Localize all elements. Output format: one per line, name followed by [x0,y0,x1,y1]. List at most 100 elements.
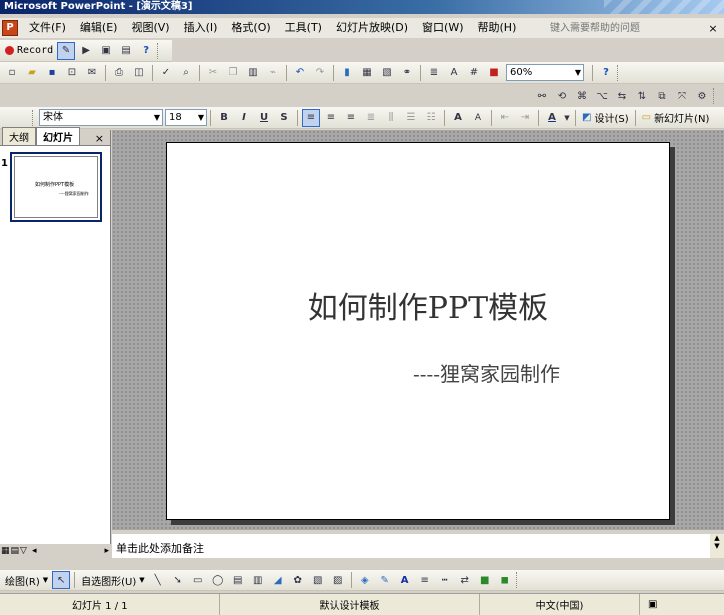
group-icon[interactable]: ⌘ [573,87,591,105]
spelling-status-icon[interactable]: ▣ [640,594,665,615]
line-style-icon[interactable]: ≡ [416,571,434,589]
autoshapes-button[interactable]: 自选图形(U) ▼ [78,571,148,589]
close-pane-icon[interactable]: × [95,132,104,145]
menu-insert[interactable]: 插入(I) [177,18,225,38]
redo-icon[interactable]: ↷ [311,64,329,82]
justify-icon[interactable]: ≣ [362,109,380,127]
toolbar-grip[interactable] [617,64,621,81]
powerpoint-app-icon[interactable]: P [2,20,18,36]
new-icon[interactable]: ▫ [3,64,21,82]
scroll-right-icon[interactable]: ▸ [104,546,109,556]
underline-button[interactable]: U [255,109,273,127]
numbering-icon[interactable]: ☰ [402,109,420,127]
diagram-icon[interactable]: ✿ [289,571,307,589]
pen-icon[interactable]: ✎ [57,41,76,60]
slide-canvas[interactable]: 如何制作PPT模板 ----狸窝家园制作 [166,142,670,520]
shadow-button[interactable]: S [275,109,293,127]
toolbar-grip[interactable] [713,88,717,104]
menu-tools[interactable]: 工具(T) [278,18,329,38]
align-right-icon[interactable]: ≡ [342,109,360,127]
font-color-icon[interactable]: A [396,571,414,589]
rotate-icon[interactable]: ⟲ [553,87,571,105]
nudge-icon[interactable]: ⤧ [673,87,691,105]
grid-icon[interactable]: # [465,64,483,82]
bold-button[interactable]: B [215,109,233,127]
menu-window[interactable]: 窗口(W) [415,18,470,38]
help-icon[interactable]: ? [597,64,615,82]
clipart-icon[interactable]: ▧ [309,571,327,589]
menu-view[interactable]: 视图(V) [124,18,176,38]
dash-style-icon[interactable]: ┅ [436,571,454,589]
menu-edit[interactable]: 编辑(E) [73,18,125,38]
wordart-icon[interactable]: ◢ [269,571,287,589]
research-icon[interactable]: ⌕ [177,64,195,82]
record-button[interactable]: Record [2,42,56,60]
spelling-icon[interactable]: ✓ [157,64,175,82]
distribute-icon[interactable]: ⇅ [633,87,651,105]
color-grayscale-icon[interactable]: ■ [485,64,503,82]
vertical-textbox-icon[interactable]: ▥ [249,571,267,589]
menu-file[interactable]: 文件(F) [22,18,73,38]
line-color-icon[interactable]: ✎ [376,571,394,589]
cut-icon[interactable]: ✂ [204,64,222,82]
decrease-font-icon[interactable]: A [469,109,487,127]
paste-icon[interactable]: ▥ [244,64,262,82]
textbox-icon[interactable]: ▤ [229,571,247,589]
arrow-style-icon[interactable]: ⇄ [456,571,474,589]
3d-style-icon[interactable]: ◼ [496,571,514,589]
slideshow-view-icon[interactable]: ▽ [20,546,27,556]
picture-icon[interactable]: ▨ [329,571,347,589]
italic-button[interactable]: I [235,109,253,127]
font-select[interactable]: 宋体 ▼ [39,109,163,126]
menu-format[interactable]: 格式(O) [224,18,277,38]
insert-chart-icon[interactable]: ▮ [338,64,356,82]
menu-slideshow[interactable]: 幻灯片放映(D) [329,18,415,38]
font-color-icon[interactable]: A [543,109,561,127]
show-formatting-icon[interactable]: A [445,64,463,82]
permission-icon[interactable]: ⊡ [63,64,81,82]
toolbar-grip[interactable] [515,572,520,588]
macro-icon[interactable]: ▣ [97,42,115,60]
insert-table-icon[interactable]: ▦ [358,64,376,82]
bullets-icon[interactable]: ☷ [422,109,440,127]
connector-icon[interactable]: ⚯ [533,87,551,105]
design-button[interactable]: ◩ 设计(S) [579,109,632,127]
fill-color-icon[interactable]: ◈ [356,571,374,589]
save-icon[interactable]: ▪ [43,64,61,82]
notes-scrollbar[interactable]: ▲ ▼ [710,534,724,558]
slide-thumbnail[interactable]: 如何制作PPT模板 ----狸窝家园制作 [10,152,102,222]
toolbar-grip[interactable] [32,109,36,126]
chevron-down-icon[interactable]: ▼ [563,109,571,127]
expand-all-icon[interactable]: ≣ [425,64,443,82]
copy-icon[interactable]: ❐ [224,64,242,82]
menu-help[interactable]: 帮助(H) [471,18,524,38]
tab-outline[interactable]: 大纲 [2,127,36,145]
align-left-icon[interactable]: ≡ [302,108,320,127]
email-icon[interactable]: ✉ [83,64,101,82]
rectangle-icon[interactable]: ▭ [189,571,207,589]
ungroup-icon[interactable]: ⌥ [593,87,611,105]
sorter-view-icon[interactable]: ▤ [11,546,20,556]
align-icon[interactable]: ⇆ [613,87,631,105]
notes-pane[interactable]: 单击此处添加备注 ▲ ▼ [112,531,724,558]
decrease-indent-icon[interactable]: ⇤ [496,109,514,127]
line-icon[interactable]: ╲ [149,571,167,589]
help-icon[interactable]: ? [137,42,155,60]
tab-slides[interactable]: 幻灯片 [36,127,80,145]
slide-subtitle[interactable]: ----狸窝家园制作 [413,358,560,387]
settings-icon[interactable]: ⚙ [693,87,711,105]
align-center-icon[interactable]: ≡ [322,109,340,127]
increase-font-icon[interactable]: A [449,109,467,127]
toolbar-grip[interactable] [157,42,161,59]
help-search-input[interactable] [546,20,706,36]
zoom-select[interactable]: 60% ▼ [506,64,584,81]
distributed-icon[interactable]: ⫼ [382,109,400,127]
undo-icon[interactable]: ↶ [291,64,309,82]
increase-indent-icon[interactable]: ⇥ [516,109,534,127]
insert-hyperlink-icon[interactable]: ⚭ [398,64,416,82]
font-size-select[interactable]: 18 ▼ [165,109,207,126]
tables-borders-icon[interactable]: ▧ [378,64,396,82]
open-icon[interactable]: ▰ [23,64,41,82]
new-slide-button[interactable]: ▭ 新幻灯片(N) [639,109,713,127]
scroll-left-icon[interactable]: ◂ [32,546,37,556]
